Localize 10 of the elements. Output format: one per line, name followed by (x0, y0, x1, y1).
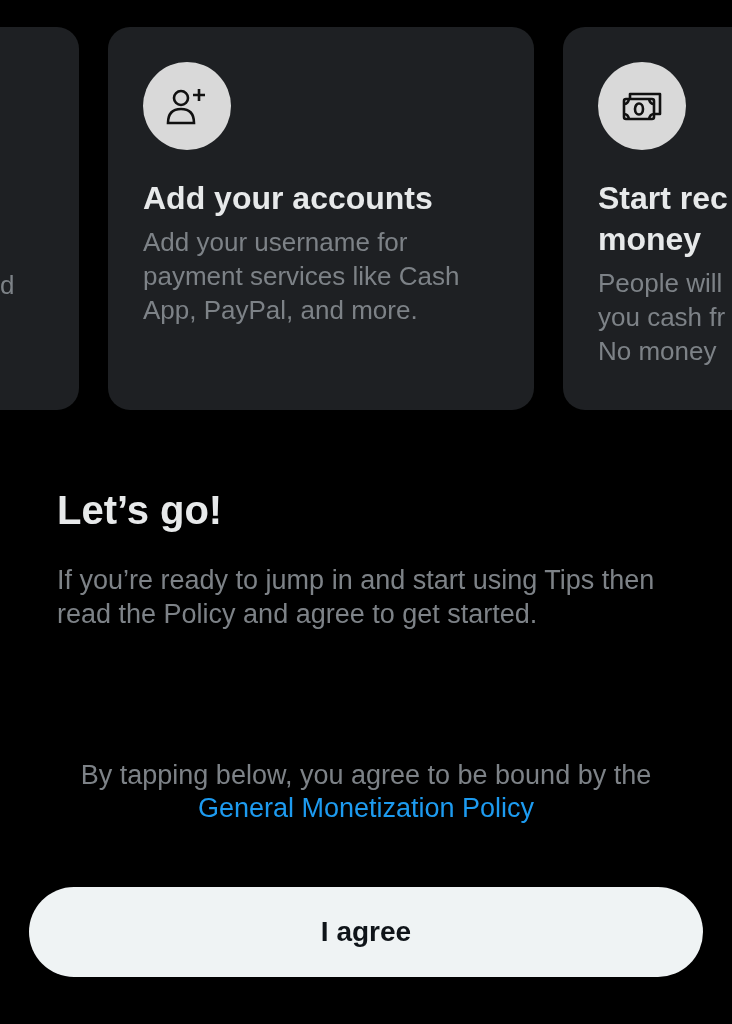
card-description: d (0, 269, 16, 302)
card-title: Add your accounts (143, 179, 434, 218)
consent-text: By tapping below, you agree to be bound by the General Monetization Policy (79, 759, 653, 825)
intro-text: If you’re ready to jump in and start using Tips then read the Policy and agree to get started. (57, 564, 656, 631)
card-description: People will you cash fr No money (598, 267, 727, 368)
heading: Let’s go! (57, 488, 224, 533)
card-title: Start rec money (598, 179, 729, 259)
card-description: Add your username for payment services like Cash App, PayPal, and more. (143, 226, 461, 327)
policy-link[interactable]: General Monetization Policy (197, 793, 535, 823)
agree-button[interactable]: I agree (29, 887, 703, 977)
